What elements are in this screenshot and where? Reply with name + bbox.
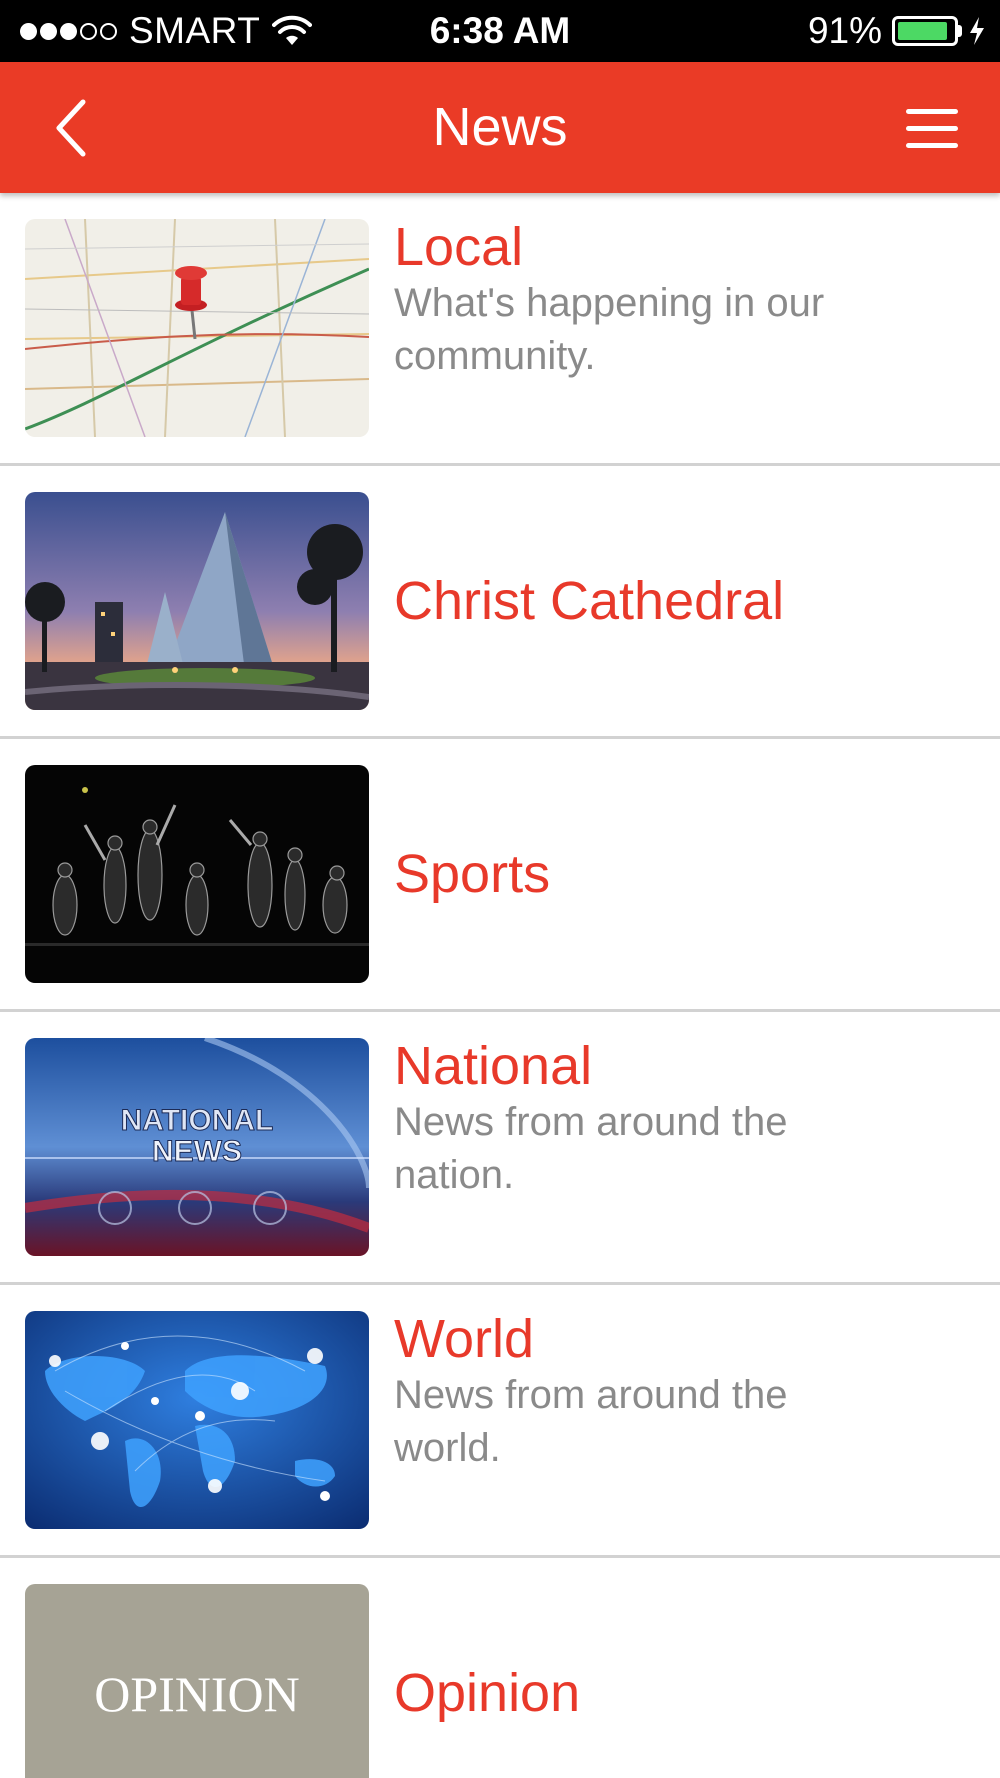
cathedral-image [25,492,369,710]
news-category-list: Local What's happening in our community. [0,193,1000,1778]
national-news-image: NATIONAL NEWS [25,1038,369,1256]
map-pushpin-image [25,219,369,437]
chevron-left-icon [56,99,86,157]
item-text: Christ Cathedral [394,466,960,736]
item-title: Opinion [394,1663,581,1723]
item-title: World [394,1309,535,1369]
battery-percent: 91% [807,10,882,51]
list-item-christ-cathedral[interactable]: Christ Cathedral [0,466,1000,739]
item-description: News from around the world. [394,1373,788,1470]
list-item-sports[interactable]: Sports [0,739,1000,1012]
opinion-image-text: OPINION [94,1666,300,1722]
world-map-image [25,1311,369,1529]
charging-bolt-icon [970,17,984,45]
item-text: Sports [394,739,960,1009]
sports-athletes-image [25,765,369,983]
item-title: Local [394,217,524,277]
item-text: World News from around the world. [394,1309,960,1475]
item-title: Sports [394,844,551,904]
list-item-opinion[interactable]: OPINION Opinion [0,1558,1000,1778]
item-text: National News from around the nation. [394,1036,960,1202]
list-item-world[interactable]: World News from around the world. [0,1285,1000,1558]
item-description: What's happening in our community. [394,281,825,378]
status-right: 91% [808,0,986,62]
battery-level-fill [898,22,948,40]
item-title: Christ Cathedral [394,571,785,631]
opinion-image: OPINION [25,1584,369,1778]
battery-tip [958,25,962,37]
national-image-text-2: NEWS [152,1135,242,1168]
item-title: National [394,1036,593,1096]
back-button[interactable] [36,86,106,170]
item-text: Opinion [394,1558,960,1778]
nav-bar: News [0,62,1000,193]
item-description: News from around the nation. [394,1100,788,1197]
list-item-national[interactable]: NATIONAL NEWS National News from around … [0,1012,1000,1285]
battery-icon [892,16,958,46]
item-text: Local What's happening in our community. [394,217,960,383]
hamburger-menu-icon [906,109,958,148]
status-bar: SMART 6:38 AM 91% [0,0,1000,62]
menu-button[interactable] [892,92,972,164]
national-image-text-1: NATIONAL [121,1104,274,1137]
page-title: News [432,97,568,157]
list-item-local[interactable]: Local What's happening in our community. [0,193,1000,466]
